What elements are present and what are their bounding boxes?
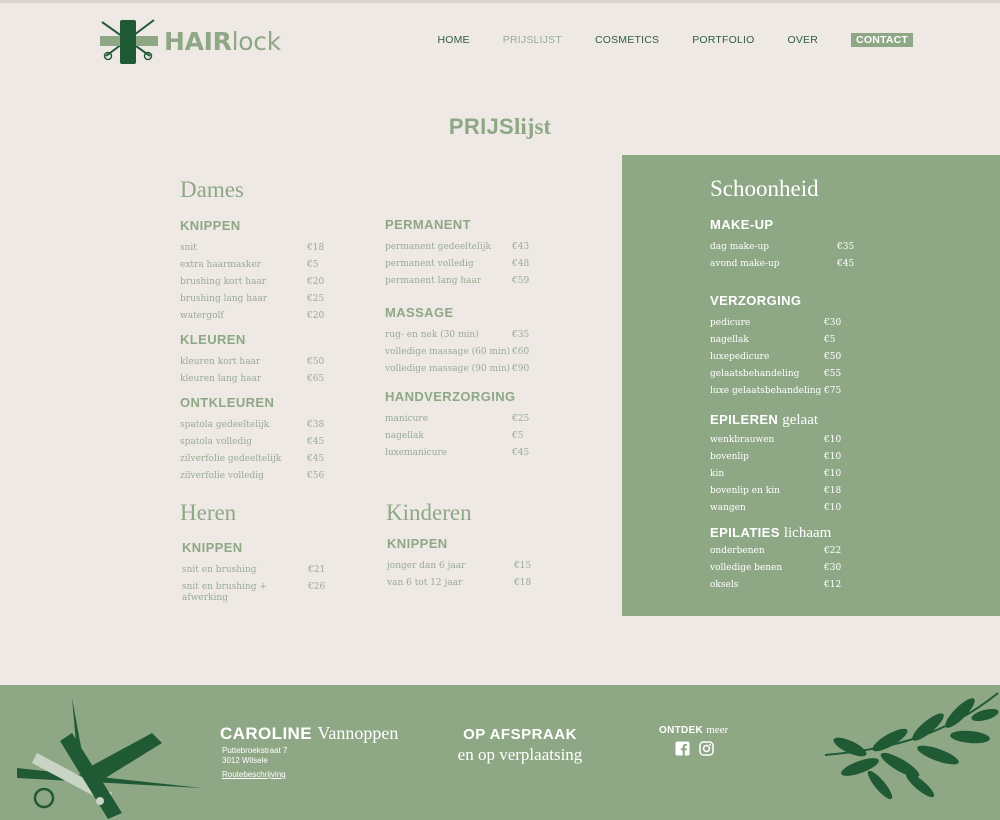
price-item: jonger dan 6 jaar €15	[387, 561, 532, 571]
price-item: onderbenen €22	[710, 546, 842, 556]
scissors-comb-logo-icon	[100, 19, 158, 64]
category-title-knippen: KNIPPEN	[180, 218, 241, 233]
instagram-icon[interactable]	[699, 741, 714, 756]
category-title-kleuren: KLEUREN	[180, 332, 246, 347]
brand-logo[interactable]: HAIRlock	[100, 16, 281, 66]
price-item: kin €10	[710, 469, 842, 479]
nav-home[interactable]: HOME	[437, 34, 469, 46]
price-item: permanent volledig €48	[385, 259, 530, 269]
price-item: manicure €25	[385, 414, 530, 424]
nav-portfolio[interactable]: PORTFOLIO	[692, 34, 754, 46]
price-item: kleuren kort haar €50	[180, 357, 325, 367]
footer: CAROLINE Vannoppen Puttebroekstraat 7 30…	[0, 685, 1000, 820]
price-list-kleuren: kleuren kort haar €50 kleuren lang haar €6…	[180, 354, 330, 388]
category-title-massage: MASSAGE	[385, 305, 454, 320]
price-item: pedicure €30	[710, 318, 842, 328]
leaf-branch-illustration-icon	[824, 692, 999, 800]
price-item: kleuren lang haar €65	[180, 374, 325, 384]
category-title-knippen: KNIPPEN	[387, 536, 448, 551]
price-list-knippen: snit €18 extra haarmasker €5 brushing kort…	[180, 240, 330, 325]
price-item: permanent lang haar €59	[385, 276, 530, 286]
price-list-handverzorging: manicure €25 nagellak €5 luxemanicure €45	[385, 411, 535, 462]
price-item: luxe gelaatsbehandeling €75	[710, 386, 842, 396]
price-list-epilaties: onderbenen €22 volledige benen €30 oksels €…	[710, 543, 870, 594]
price-item: wangen €10	[710, 503, 842, 513]
main-nav: HOME PRIJSLIJST COSMETICS PORTFOLIO OVER…	[404, 33, 913, 47]
section-title-kinderen: Kinderen	[386, 500, 472, 525]
price-list-kinderen-knippen: jonger dan 6 jaar €15 van 6 tot 12 jaar €1…	[387, 558, 537, 592]
category-title-epileren: EPILEREN gelaat	[710, 412, 819, 428]
category-title-handverzorging: HANDVERZORGING	[385, 389, 516, 404]
nav-contact-button[interactable]: CONTACT	[851, 33, 913, 47]
brand-name: HAIRlock	[164, 26, 281, 56]
appointment-info: OP AFSPRAAK en op verplaatsing	[457, 726, 583, 764]
price-item: avond make-up €45	[710, 259, 855, 269]
price-item: spatola gedeeltelijk €38	[180, 420, 325, 430]
top-border	[0, 0, 1000, 3]
price-item: luxepedicure €50	[710, 352, 842, 362]
category-title-ontkleuren: ONTKLEUREN	[180, 395, 275, 410]
price-item: watergolf €20	[180, 311, 325, 321]
price-item: oksels €12	[710, 580, 842, 590]
category-title-permanent: PERMANENT	[385, 217, 471, 232]
kinderen-section: Kinderen KNIPPEN jonger dan 6 jaar €15 va…	[386, 500, 537, 592]
price-list-make-up: dag make-up €35 avond make-up €45	[710, 239, 870, 273]
price-item: zilverfolie volledig €56	[180, 471, 325, 481]
section-title-schoonheid: Schoonheid	[710, 176, 819, 201]
price-item: volledige massage (60 min) €60	[385, 347, 530, 357]
price-list-epileren: wenkbrauwen €10 bovenlip €10 kin €10 bovenl…	[710, 432, 870, 517]
nav-cosmetics[interactable]: COSMETICS	[595, 34, 659, 46]
owner-name: CAROLINE Vannoppen	[220, 723, 399, 743]
price-item: spatola volledig €45	[180, 437, 325, 447]
social-icons	[675, 741, 723, 756]
price-list-massage: rug- en nek (30 min) €35 volledige massag…	[385, 327, 535, 378]
price-item: luxemanicure €45	[385, 448, 530, 458]
category-title-make-up: MAKE-UP	[710, 217, 774, 232]
price-item: rug- en nek (30 min) €35	[385, 330, 530, 340]
section-title-heren: Heren	[180, 500, 237, 525]
discover-more: ONTDEK meer	[659, 724, 729, 736]
category-title-knippen: KNIPPEN	[182, 540, 243, 555]
schoonheid-section: Schoonheid MAKE-UP dag make-up €35 avond …	[710, 176, 870, 594]
price-item: snit en brushing €21	[182, 565, 326, 575]
price-item: nagellak €5	[385, 431, 524, 441]
price-item: snit €18	[180, 243, 325, 253]
price-item: brushing lang haar €25	[180, 294, 325, 304]
section-title-dames: Dames	[180, 177, 244, 202]
price-item: brushing kort haar €20	[180, 277, 325, 287]
address: Puttebroekstraat 7 3012 Wilsele	[222, 746, 288, 765]
price-list-ontkleuren: spatola gedeeltelijk €38 spatola volledig…	[180, 417, 330, 485]
price-item: gelaatsbehandeling €55	[710, 369, 842, 379]
heren-section: Heren KNIPPEN snit en brushing €21 snit e…	[180, 500, 332, 607]
dames-section-2: PERMANENT permanent gedeeltelijk €43 perm…	[385, 217, 535, 462]
price-item: extra haarmasker €5	[180, 260, 319, 270]
price-item: snit en brushing + afwerking €26	[182, 582, 326, 603]
price-item: volledige massage (90 min) €90	[385, 364, 530, 374]
scissors-comb-illustration-icon	[17, 698, 202, 819]
facebook-icon[interactable]	[675, 741, 690, 756]
price-list-verzorging: pedicure €30 nagellak €5 luxepedicure €50 g…	[710, 315, 870, 400]
page-title: PRIJSlijst	[448, 114, 552, 139]
nav-over[interactable]: OVER	[787, 34, 818, 46]
price-item: nagellak €5	[710, 335, 836, 345]
price-item: wenkbrauwen €10	[710, 435, 842, 445]
price-item: dag make-up €35	[710, 242, 855, 252]
dames-section: Dames KNIPPEN snit €18 extra haarmasker €5…	[180, 177, 330, 485]
category-title-verzorging: VERZORGING	[710, 293, 802, 308]
price-item: van 6 tot 12 jaar €18	[387, 578, 532, 588]
price-list-heren-knippen: snit en brushing €21 snit en brushing + a…	[182, 562, 332, 607]
price-item: bovenlip en kin €18	[710, 486, 842, 496]
nav-prijslijst[interactable]: PRIJSLIJST	[503, 34, 562, 46]
price-item: permanent gedeeltelijk €43	[385, 242, 530, 252]
price-item: zilverfolie gedeeltelijk €45	[180, 454, 325, 464]
route-link[interactable]: Routebeschrijving	[222, 770, 286, 779]
price-item: bovenlip €10	[710, 452, 842, 462]
category-title-epilaties: EPILATIES lichaam	[710, 525, 832, 541]
price-list-permanent: permanent gedeeltelijk €43 permanent voll…	[385, 239, 535, 290]
price-item: volledige benen €30	[710, 563, 842, 573]
